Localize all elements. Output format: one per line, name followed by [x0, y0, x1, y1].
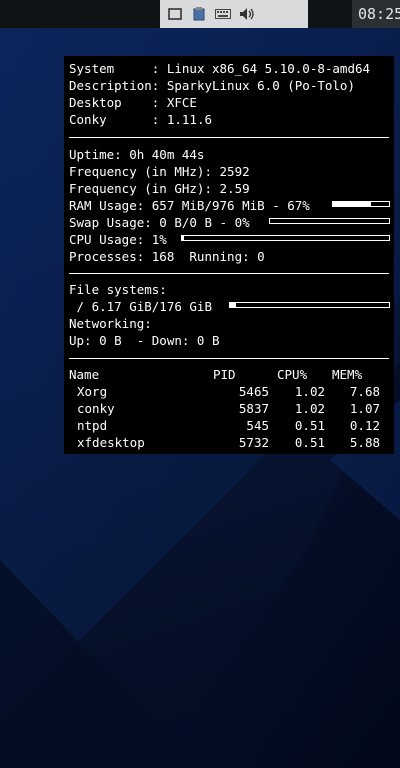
root-fs-bar-fill [230, 303, 237, 307]
file-systems-header: File systems: [69, 282, 167, 297]
ram-usage-bar-fill [333, 202, 371, 206]
header-pid: PID [213, 367, 236, 382]
window-icon[interactable] [166, 6, 184, 22]
root-fs-bar [229, 302, 390, 308]
process-cpu: 0.51 [294, 435, 325, 450]
network-line: Up: 0 B - Down: 0 B [69, 333, 220, 348]
frequency-mhz-line: Frequency (in MHz): 2592 [69, 164, 250, 179]
volume-icon[interactable] [238, 6, 256, 22]
description-line: Description: SparkyLinux 6.0 (Po-Tolo) [69, 77, 355, 94]
cpu-usage-bar [181, 235, 390, 241]
swap-usage-bar [269, 218, 390, 224]
desktop-key: Desktop : [69, 95, 167, 110]
header-cpu: CPU% [277, 367, 308, 382]
swap-usage-line: Swap Usage: 0 B/0 B - 0% [69, 215, 250, 230]
conky-key: Conky : [69, 112, 167, 127]
process-mem: 0.12 [349, 418, 380, 433]
process-name: Xorg [77, 384, 108, 399]
clipboard-icon[interactable] [190, 6, 208, 22]
system-value: Linux x86_64 5.10.0-8-amd64 [166, 61, 371, 76]
ram-usage-line: RAM Usage: 657 MiB/976 MiB - 67% [69, 198, 310, 213]
header-name: Name [69, 367, 100, 382]
frequency-ghz-line: Frequency (in GHz): 2.59 [69, 181, 250, 196]
processes-line: Processes: 168 Running: 0 [69, 249, 265, 264]
networking-header: Networking: [69, 316, 152, 331]
process-name: ntpd [77, 418, 108, 433]
desktop-value: XFCE [166, 95, 197, 110]
system-line: System : Linux x86_64 5.10.0-8-amd64 [69, 60, 370, 77]
uptime-line: Uptime: 0h 40m 44s [69, 147, 205, 162]
process-cpu: 1.02 [294, 401, 325, 416]
process-cpu: 0.51 [294, 418, 325, 433]
conky-line: Conky : 1.11.6 [69, 111, 212, 128]
top-panel: 08:25 [0, 0, 400, 28]
desktop-line: Desktop : XFCE [69, 94, 197, 111]
keyboard-icon[interactable] [214, 6, 232, 22]
process-name: conky [77, 401, 115, 416]
panel-clock[interactable]: 08:25 [352, 0, 400, 28]
cpu-usage-line: CPU Usage: 1% [69, 232, 167, 247]
system-tray [160, 0, 308, 28]
description-value: SparkyLinux 6.0 (Po-Tolo) [166, 78, 355, 93]
divider [69, 137, 389, 138]
header-mem: MEM% [332, 367, 363, 382]
process-name: xfdesktop [77, 435, 145, 450]
divider [69, 358, 389, 359]
conky-widget: System : Linux x86_64 5.10.0-8-amd64 Des… [64, 56, 394, 454]
process-mem: 7.68 [349, 384, 380, 399]
description-key: Description: [69, 78, 167, 93]
process-pid: 5732 [238, 435, 269, 450]
cpu-usage-bar-fill [182, 236, 185, 240]
system-key: System : [69, 61, 167, 76]
divider [69, 273, 389, 274]
process-cpu: 1.02 [294, 384, 325, 399]
process-pid: 5837 [238, 401, 269, 416]
process-pid: 5465 [238, 384, 269, 399]
ram-usage-bar [332, 201, 390, 207]
process-mem: 1.07 [349, 401, 380, 416]
process-mem: 5.88 [349, 435, 380, 450]
conky-value: 1.11.6 [166, 112, 212, 127]
process-pid: 545 [246, 418, 269, 433]
root-fs-line: / 6.17 GiB/176 GiB [69, 299, 212, 314]
